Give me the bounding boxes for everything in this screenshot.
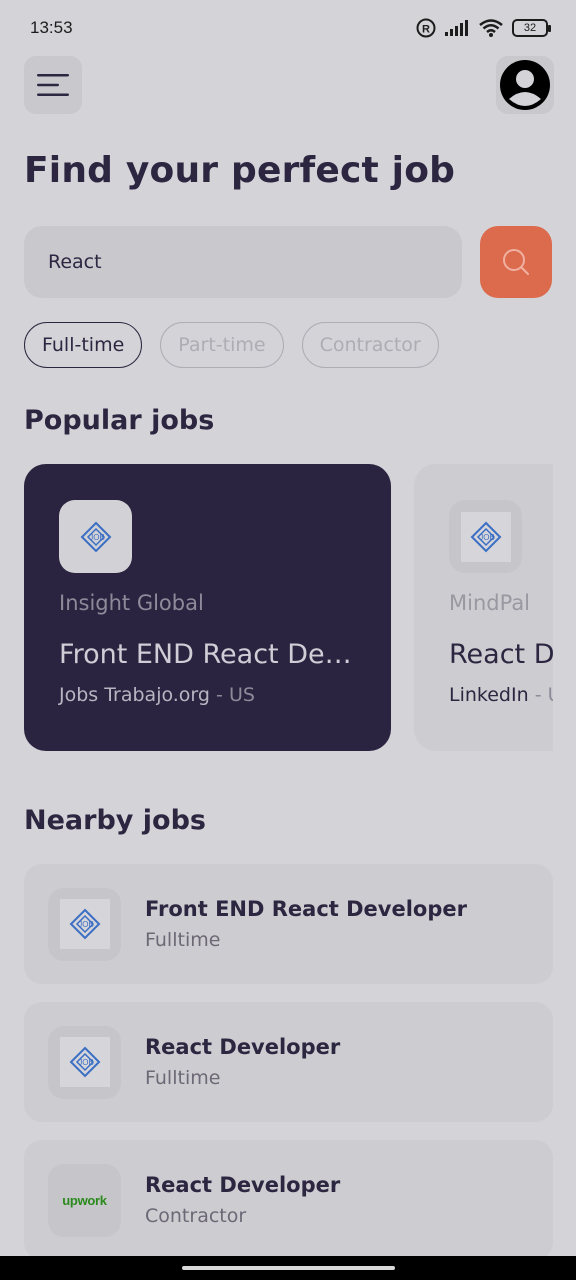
nearby-job-info: React Developer Fulltime: [145, 1035, 340, 1089]
meta-separator: -: [534, 684, 548, 706]
job-country: US: [548, 684, 553, 706]
company-logo: JOB: [48, 1025, 121, 1099]
menu-button[interactable]: [24, 56, 82, 114]
job-logo-icon: JOB: [470, 521, 501, 552]
job-meta: LinkedIn - US: [449, 684, 553, 706]
status-time: 13:53: [30, 18, 73, 37]
battery-level: 32: [523, 22, 537, 34]
search-button[interactable]: [480, 226, 552, 298]
company-logo: upwork: [48, 1163, 121, 1237]
filter-part-time[interactable]: Part-time: [160, 322, 284, 368]
popular-jobs-title: Popular jobs: [24, 405, 215, 436]
battery-icon: 32: [512, 19, 551, 37]
registered-icon: R: [416, 18, 436, 38]
job-publisher: LinkedIn: [449, 684, 529, 706]
logo-frame: JOB: [460, 511, 511, 562]
nearby-job-card[interactable]: JOB Front END React Developer Fulltime: [24, 864, 553, 984]
wifi-icon: [479, 19, 503, 37]
company-name: Insight Global: [59, 591, 204, 615]
search-icon: [503, 249, 529, 275]
profile-button[interactable]: [496, 56, 554, 114]
menu-icon: [37, 74, 69, 96]
job-country: US: [228, 684, 255, 706]
company-name: MindPal: [449, 591, 531, 615]
job-title: Front END React Developer: [59, 639, 356, 670]
company-logo: JOB: [48, 887, 121, 961]
popular-jobs-carousel[interactable]: JOB Insight Global Front END React Devel…: [24, 464, 553, 751]
job-logo-icon: JOB: [80, 521, 111, 552]
nearby-job-card[interactable]: upwork React Developer Contractor: [24, 1140, 553, 1260]
job-type: Contractor: [145, 1205, 247, 1227]
job-title: React Developer: [449, 639, 553, 670]
search-value: React: [48, 251, 102, 273]
popular-job-card[interactable]: JOB Insight Global Front END React Devel…: [24, 464, 391, 751]
svg-text:R: R: [422, 24, 430, 36]
filter-contractor[interactable]: Contractor: [301, 322, 439, 368]
nearby-jobs-title: Nearby jobs: [24, 805, 206, 836]
home-indicator[interactable]: [181, 1266, 395, 1270]
system-nav-bar: [0, 1256, 576, 1280]
svg-text:JOB: JOB: [78, 920, 94, 929]
status-bar: 13:53 R 32: [0, 0, 576, 56]
status-icons: R 32: [416, 18, 551, 38]
job-title: Front END React Developer: [145, 897, 467, 921]
nearby-job-info: React Developer Contractor: [145, 1173, 340, 1227]
user-avatar-icon: [500, 60, 550, 110]
signal-icon: [445, 20, 468, 36]
svg-text:JOB: JOB: [89, 533, 105, 542]
job-type-filters: Full-time Part-time Contractor: [24, 322, 439, 368]
job-publisher: Jobs Trabajo.org: [59, 684, 210, 706]
popular-job-card[interactable]: JOB MindPal React Developer LinkedIn - U…: [414, 464, 553, 751]
nearby-job-info: Front END React Developer Fulltime: [145, 897, 467, 951]
logo-frame: JOB: [59, 899, 110, 949]
upwork-logo: upwork: [62, 1192, 107, 1208]
search-input[interactable]: React: [24, 226, 462, 298]
job-title: React Developer: [145, 1035, 341, 1059]
job-meta: Jobs Trabajo.org - US: [59, 684, 356, 706]
svg-text:JOB: JOB: [479, 533, 495, 542]
company-logo: JOB: [59, 500, 132, 573]
meta-separator: -: [216, 684, 229, 706]
job-logo-icon: JOB: [69, 908, 100, 940]
nearby-job-card[interactable]: JOB React Developer Fulltime: [24, 1002, 553, 1122]
job-type: Fulltime: [145, 1067, 221, 1089]
page-title: Find your perfect job: [24, 150, 456, 191]
filter-full-time[interactable]: Full-time: [24, 322, 143, 368]
job-logo-icon: JOB: [69, 1046, 100, 1078]
logo-frame: JOB: [59, 1037, 110, 1087]
company-logo: JOB: [449, 500, 522, 573]
svg-text:JOB: JOB: [78, 1058, 94, 1067]
job-type: Fulltime: [145, 929, 221, 951]
job-title: React Developer: [145, 1173, 341, 1197]
